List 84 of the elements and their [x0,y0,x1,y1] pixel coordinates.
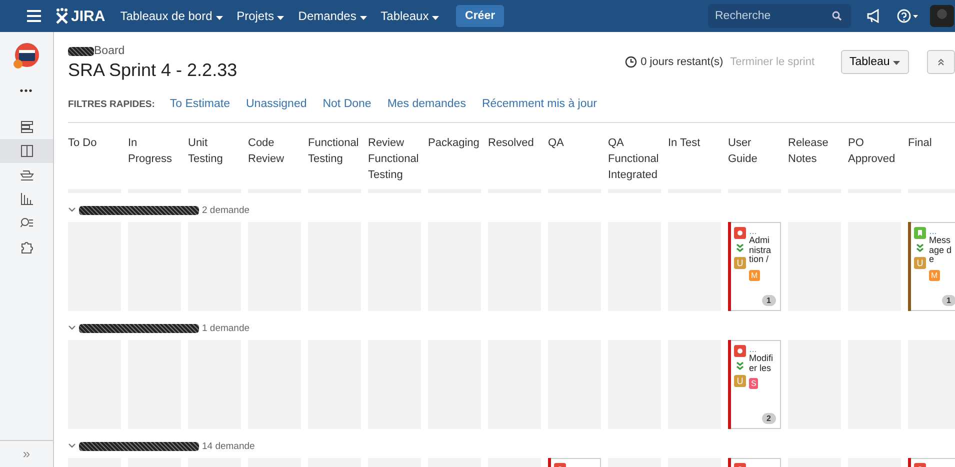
sprint-title: SRA Sprint 4 - 2.2.33 [68,60,238,81]
issue-card[interactable]: U … Message de M 1 [908,222,955,311]
ship-icon [20,168,34,182]
assignee-avatar: U [914,257,926,269]
collapse-button[interactable] [927,50,955,74]
column-header: In Test [668,136,702,151]
board-icon [20,144,34,158]
days-remaining: 0 jours restant(s) [640,56,724,68]
epic-tag: S [749,378,758,389]
bar-chart-icon [20,192,34,206]
megaphone-icon[interactable] [867,9,881,23]
caret-icon [893,61,900,65]
expand-sidebar-button[interactable]: » [0,440,53,467]
column-header: Code Review [248,136,286,167]
low-priority-icon [735,361,745,371]
menu-icon[interactable] [27,10,41,22]
search-icon [20,216,34,230]
column-header: Final [908,136,933,151]
quick-filter-link[interactable]: Unassigned [246,98,307,110]
issue-key[interactable]: … [749,227,757,236]
redaction-scribble [68,46,94,56]
logo-icon [55,8,69,24]
issue-summary: Administration / [749,236,772,264]
search-field[interactable]: Recherche [708,4,851,28]
issue-key[interactable]: … [929,227,937,236]
board-view-dropdown[interactable]: Tableau [840,50,909,74]
issue-key[interactable]: … [749,345,757,354]
column-header: Review Functional Testing [368,136,420,183]
nav-menu[interactable]: Tableaux [374,5,446,27]
column-header: To Do [68,136,98,151]
swimlane-summary: 14 demande [202,440,255,452]
column-header: PO Approved [848,136,896,167]
search-icon [832,11,842,21]
column-header: Release Notes [788,136,830,167]
column-header: Packaging [428,136,480,151]
swimlane-summary: 1 demande [202,322,250,334]
logo-text: JIRA [71,8,106,24]
subtask-count: 2 [762,413,776,424]
issue-card[interactable]: U … Administration / M 1 [728,222,781,311]
sidebar-item[interactable] [0,139,53,163]
column-header: In Progress [128,136,174,167]
column-header: Functional Testing [308,136,360,167]
issue-summary: Modifier les [749,354,773,373]
quick-filter-link[interactable]: Not Done [322,98,372,110]
chevron-icon[interactable] [68,443,76,449]
quick-filters-label: FILTRES RAPIDES: [68,98,155,110]
clock-icon [624,56,637,68]
column-header: Unit Testing [188,136,224,167]
caret-icon [360,16,367,20]
puzzle-icon [20,240,34,254]
low-priority-icon [915,243,925,253]
epic-tag: M [929,270,940,280]
quick-filter-link[interactable]: Récemment mis à jour [482,98,597,110]
chevron-icon[interactable] [68,325,76,331]
project-avatar[interactable] [12,42,40,70]
create-button[interactable]: Créer [456,5,504,27]
subtask-count: 1 [942,295,955,306]
help-icon[interactable] [897,9,919,23]
caret-icon [277,16,284,20]
assignee-avatar: U [734,375,746,387]
nav-menu[interactable]: Projets [230,5,292,27]
nav-menu[interactable]: Tableaux de bord [113,5,230,27]
jira-logo[interactable]: JIRA [55,8,106,24]
caret-icon [216,16,223,20]
assignee-avatar: U [734,257,746,269]
issue-summary: Message de [929,236,953,264]
backlog-icon [20,120,34,134]
swimlane-summary: 2 demande [202,204,250,216]
epic-tag: M [749,270,760,280]
chevron-icon[interactable] [68,207,76,213]
subtask-count: 1 [762,295,776,306]
nav-menu[interactable]: Demandes [291,5,374,27]
column-header: User Guide [728,136,758,167]
column-header: QA [548,136,565,151]
quick-filter-link[interactable]: Mes demandes [387,98,466,110]
quick-filter-link[interactable]: To Estimate [170,98,230,110]
board-name: Board [94,45,125,57]
column-header: Resolved [488,136,535,151]
double-chevron-icon [937,58,945,66]
column-header: QA Functional Integrated [608,136,660,183]
more-menu[interactable]: ••• [20,86,34,97]
issue-card[interactable]: U … Modifier les S 2 [728,340,781,429]
low-priority-icon [735,243,745,253]
caret-icon [432,16,440,20]
